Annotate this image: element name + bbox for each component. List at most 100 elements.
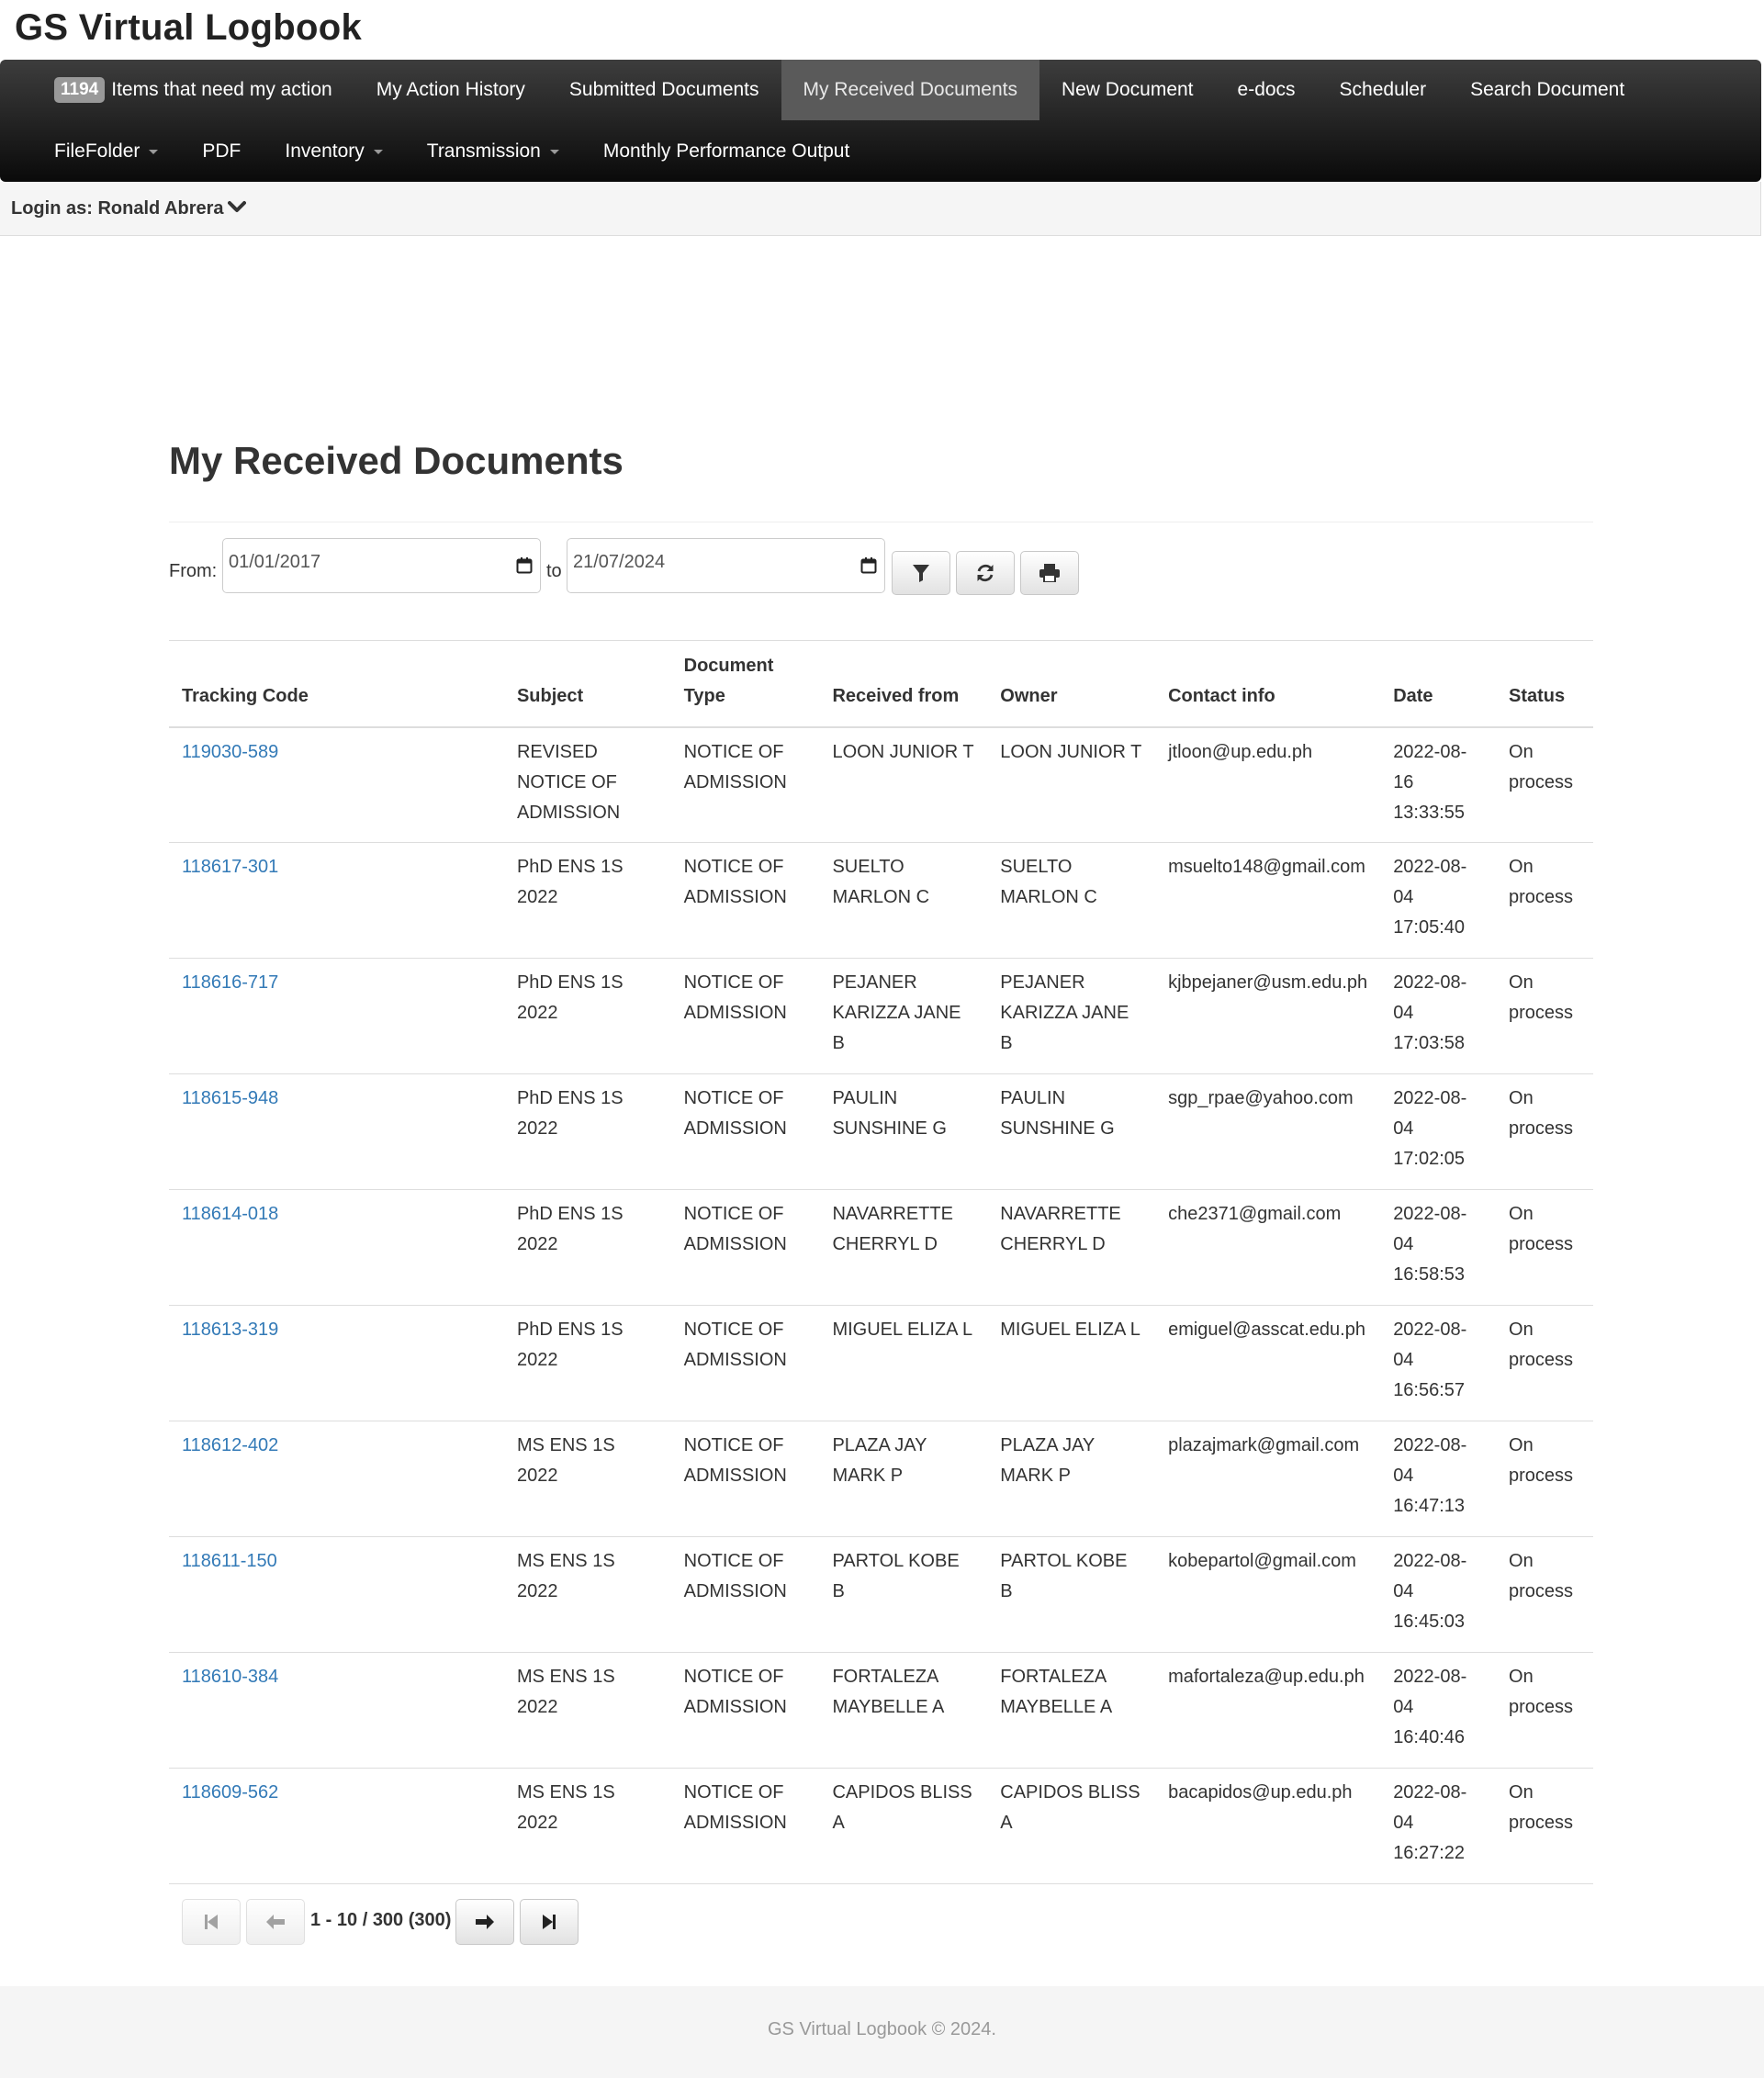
cell-status: On process	[1496, 1768, 1593, 1884]
column-header[interactable]: Tracking Code	[169, 640, 504, 728]
cell-owner: NAVARRETTE CHERRYL D	[987, 1189, 1156, 1306]
cell-received-from: PARTOL KOBE B	[819, 1536, 988, 1653]
nav-pdf[interactable]: PDF	[180, 121, 263, 182]
calendar-icon[interactable]	[860, 557, 877, 574]
cell-status: On process	[1496, 958, 1593, 1074]
nav-transmission-dropdown[interactable]: Transmission	[405, 121, 581, 182]
cell-date: 2022-08-16 13:33:55	[1380, 726, 1497, 843]
refresh-button[interactable]	[956, 551, 1015, 595]
login-user-toggle[interactable]: Login as: Ronald Abrera	[11, 198, 224, 219]
cell-received-from: SUELTO MARLON C	[819, 842, 988, 959]
table-header-row: Tracking Code Subject Document Type Rece…	[169, 640, 1593, 728]
tracking-code-link[interactable]: 119030-589	[182, 742, 278, 762]
cell-contact-info: bacapidos@up.edu.ph	[1155, 1768, 1381, 1884]
pagination-info: 1 - 10 / 300 (300)	[310, 1910, 452, 1930]
cell-contact-info: kjbpejaner@usm.edu.ph	[1155, 958, 1381, 1074]
last-page-icon	[543, 1915, 556, 1929]
cell-owner: PLAZA JAY MARK P	[987, 1421, 1156, 1537]
first-page-button[interactable]	[182, 1899, 241, 1945]
nav-submitted-documents[interactable]: Submitted Documents	[547, 60, 781, 120]
cell-subject: MS ENS 1S 2022	[503, 1768, 671, 1884]
from-label: From:	[169, 561, 218, 581]
prev-page-button[interactable]	[246, 1899, 305, 1945]
column-header[interactable]: Received from	[819, 640, 988, 728]
column-header[interactable]: Owner	[987, 640, 1156, 728]
cell-tracking-code: 118612-402	[169, 1421, 504, 1537]
nav-e-docs[interactable]: e-docs	[1216, 60, 1318, 120]
filter-button[interactable]	[892, 551, 950, 595]
next-page-button[interactable]	[455, 1899, 514, 1945]
caret-down-icon	[373, 149, 383, 154]
prev-page-icon	[266, 1915, 285, 1929]
cell-owner: LOON JUNIOR T	[987, 726, 1156, 843]
nav-items-need-action[interactable]: 1194 Items that need my action	[32, 60, 354, 120]
cell-contact-info: plazajmark@gmail.com	[1155, 1421, 1381, 1537]
cell-owner: FORTALEZA MAYBELLE A	[987, 1652, 1156, 1769]
cell-owner: PARTOL KOBE B	[987, 1536, 1156, 1653]
table-row: 118613-319 PhD ENS 1S 2022 NOTICE OF ADM…	[169, 1305, 1593, 1421]
calendar-icon[interactable]	[516, 557, 533, 574]
chevron-down-icon[interactable]	[228, 200, 246, 215]
cell-status: On process	[1496, 1305, 1593, 1421]
cell-contact-info: che2371@gmail.com	[1155, 1189, 1381, 1306]
table-row: 118611-150 MS ENS 1S 2022 NOTICE OF ADMI…	[169, 1536, 1593, 1653]
cell-document-type: NOTICE OF ADMISSION	[670, 1536, 820, 1653]
tracking-code-link[interactable]: 118616-717	[182, 972, 278, 993]
cell-subject: MS ENS 1S 2022	[503, 1536, 671, 1653]
nav-label: FileFolder	[54, 140, 140, 162]
page-title: My Received Documents	[169, 439, 624, 482]
cell-contact-info: emiguel@asscat.edu.ph	[1155, 1305, 1381, 1421]
cell-contact-info: msuelto148@gmail.com	[1155, 842, 1381, 959]
nav-filefolder-dropdown[interactable]: FileFolder	[32, 121, 180, 182]
column-header[interactable]: Document Type	[670, 640, 820, 728]
column-header[interactable]: Date	[1380, 640, 1497, 728]
table-row: 118610-384 MS ENS 1S 2022 NOTICE OF ADMI…	[169, 1652, 1593, 1769]
tracking-code-link[interactable]: 118614-018	[182, 1204, 278, 1224]
column-header[interactable]: Contact info	[1155, 640, 1381, 728]
navbar-row-1: 1194 Items that need my action My Action…	[32, 60, 1646, 120]
app-brand[interactable]: GS Virtual Logbook	[15, 7, 362, 49]
column-header[interactable]: Subject	[503, 640, 671, 728]
nav-new-document[interactable]: New Document	[1039, 60, 1216, 120]
cell-tracking-code: 118609-562	[169, 1768, 504, 1884]
nav-my-received-documents[interactable]: My Received Documents	[781, 60, 1039, 120]
cell-tracking-code: 118614-018	[169, 1189, 504, 1306]
cell-document-type: NOTICE OF ADMISSION	[670, 1652, 820, 1769]
last-page-button[interactable]	[520, 1899, 579, 1945]
nav-monthly-performance-output[interactable]: Monthly Performance Output	[581, 121, 871, 182]
tracking-code-link[interactable]: 118612-402	[182, 1435, 278, 1455]
from-date-input[interactable]: 01/01/2017	[222, 538, 541, 593]
nav-search-document[interactable]: Search Document	[1448, 60, 1646, 120]
nav-scheduler[interactable]: Scheduler	[1318, 60, 1449, 120]
tracking-code-link[interactable]: 118611-150	[182, 1551, 277, 1571]
cell-tracking-code: 118615-948	[169, 1073, 504, 1190]
login-bar: Login as: Ronald Abrera	[0, 182, 1761, 236]
tracking-code-link[interactable]: 118615-948	[182, 1088, 278, 1108]
cell-tracking-code: 118610-384	[169, 1652, 504, 1769]
nav-label: Inventory	[285, 140, 365, 162]
page-footer: GS Virtual Logbook © 2024.	[0, 1986, 1764, 2078]
cell-contact-info: jtloon@up.edu.ph	[1155, 726, 1381, 843]
print-button[interactable]	[1020, 551, 1079, 595]
tracking-code-link[interactable]: 118609-562	[182, 1782, 278, 1803]
cell-document-type: NOTICE OF ADMISSION	[670, 1073, 820, 1190]
tracking-code-link[interactable]: 118613-319	[182, 1320, 278, 1340]
cell-document-type: NOTICE OF ADMISSION	[670, 842, 820, 959]
column-header[interactable]: Status	[1496, 640, 1593, 728]
cell-date: 2022-08-04 17:02:05	[1380, 1073, 1497, 1190]
first-page-icon	[205, 1915, 218, 1929]
nav-my-action-history[interactable]: My Action History	[354, 60, 547, 120]
tracking-code-link[interactable]: 118610-384	[182, 1667, 278, 1687]
table-row: 118612-402 MS ENS 1S 2022 NOTICE OF ADMI…	[169, 1421, 1593, 1537]
cell-subject: PhD ENS 1S 2022	[503, 842, 671, 959]
to-date-input[interactable]: 21/07/2024	[567, 538, 885, 593]
table-row: 118617-301 PhD ENS 1S 2022 NOTICE OF ADM…	[169, 842, 1593, 959]
cell-owner: PAULIN SUNSHINE G	[987, 1073, 1156, 1190]
cell-status: On process	[1496, 842, 1593, 959]
cell-tracking-code: 118611-150	[169, 1536, 504, 1653]
received-documents-table: Tracking Code Subject Document Type Rece…	[169, 640, 1593, 1884]
cell-owner: SUELTO MARLON C	[987, 842, 1156, 959]
cell-date: 2022-08-04 17:05:40	[1380, 842, 1497, 959]
nav-inventory-dropdown[interactable]: Inventory	[263, 121, 404, 182]
tracking-code-link[interactable]: 118617-301	[182, 857, 278, 877]
